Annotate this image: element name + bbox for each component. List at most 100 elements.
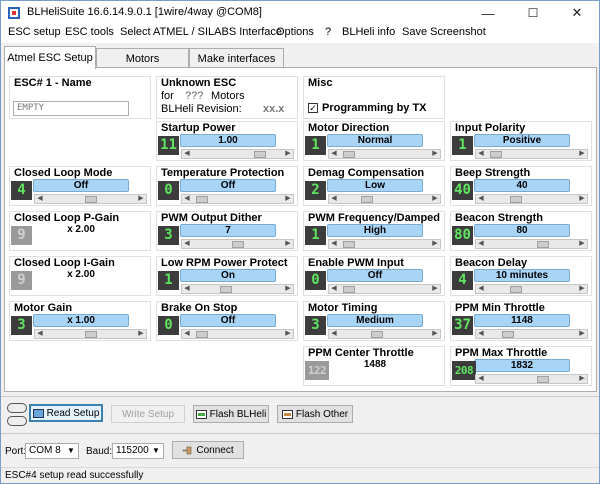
menu-options[interactable]: Options — [276, 26, 314, 38]
menu-esc-tools[interactable]: ESC tools — [65, 26, 114, 38]
motor-direction-slider[interactable]: ◀ ▶ — [328, 149, 441, 159]
tab-make-interfaces[interactable]: Make interfaces — [189, 48, 284, 68]
startup-power-slider[interactable]: ◀ ▶ — [181, 149, 294, 159]
esc-name-input[interactable]: EMPTY — [13, 101, 129, 116]
menu-esc-setup[interactable]: ESC setup — [8, 26, 61, 38]
arrow-right-icon[interactable]: ▶ — [577, 239, 587, 249]
arrow-right-icon[interactable]: ▶ — [430, 284, 440, 294]
arrow-right-icon[interactable]: ▶ — [577, 329, 587, 339]
arrow-left-icon[interactable]: ◀ — [329, 284, 339, 294]
arrow-left-icon[interactable]: ◀ — [182, 194, 192, 204]
port-select[interactable]: COM 8 ▼ — [25, 443, 79, 459]
demag-comp-value[interactable]: Low — [327, 179, 423, 192]
close-button[interactable]: ✕ — [555, 1, 599, 25]
maximize-button[interactable]: ☐ — [511, 1, 555, 25]
ppm-min-value[interactable]: 1148 — [474, 314, 570, 327]
arrow-left-icon[interactable]: ◀ — [476, 194, 486, 204]
arrow-left-icon[interactable]: ◀ — [35, 329, 45, 339]
read-setup-button[interactable]: Read Setup — [29, 404, 103, 422]
arrow-right-icon[interactable]: ▶ — [577, 374, 587, 384]
pwm-dither-value[interactable]: 7 — [180, 224, 276, 237]
low-rpm-slider[interactable]: ◀ ▶ — [181, 284, 294, 294]
menu-select-interface[interactable]: Select ATMEL / SILABS Interface — [120, 26, 282, 38]
pwm-dither-slider[interactable]: ◀ ▶ — [181, 239, 294, 249]
demag-comp-slider[interactable]: ◀ ▶ — [328, 194, 441, 204]
slider-thumb[interactable] — [501, 331, 514, 338]
tab-atmel-esc-setup[interactable]: Atmel ESC Setup — [4, 46, 96, 69]
arrow-left-icon[interactable]: ◀ — [329, 239, 339, 249]
beacon-strength-value[interactable]: 80 — [474, 224, 570, 237]
arrow-right-icon[interactable]: ▶ — [283, 239, 293, 249]
temp-protection-slider[interactable]: ◀ ▶ — [181, 194, 294, 204]
startup-power-value[interactable]: 1.00 — [180, 134, 276, 147]
slider-thumb[interactable] — [537, 241, 550, 248]
motor-gain-value[interactable]: x 1.00 — [33, 314, 129, 327]
baud-select[interactable]: 115200 ▼ — [112, 443, 164, 459]
arrow-left-icon[interactable]: ◀ — [476, 374, 486, 384]
slider-thumb[interactable] — [342, 286, 355, 293]
arrow-right-icon[interactable]: ▶ — [283, 329, 293, 339]
arrow-left-icon[interactable]: ◀ — [476, 329, 486, 339]
slider-thumb[interactable] — [342, 151, 355, 158]
beacon-delay-slider[interactable]: ◀ ▶ — [475, 284, 588, 294]
slider-thumb[interactable] — [84, 196, 97, 203]
arrow-left-icon[interactable]: ◀ — [476, 284, 486, 294]
arrow-left-icon[interactable]: ◀ — [329, 329, 339, 339]
slider-thumb[interactable] — [195, 331, 208, 338]
arrow-left-icon[interactable]: ◀ — [476, 149, 486, 159]
brake-on-stop-value[interactable]: Off — [180, 314, 276, 327]
arrow-right-icon[interactable]: ▶ — [430, 239, 440, 249]
arrow-right-icon[interactable]: ▶ — [430, 329, 440, 339]
slider-thumb[interactable] — [84, 331, 97, 338]
beep-strength-slider[interactable]: ◀ ▶ — [475, 194, 588, 204]
arrow-right-icon[interactable]: ▶ — [136, 329, 146, 339]
connect-button[interactable]: Connect — [172, 441, 244, 459]
arrow-right-icon[interactable]: ▶ — [430, 149, 440, 159]
menu-save-screenshot[interactable]: Save Screenshot — [402, 26, 486, 38]
arrow-left-icon[interactable]: ◀ — [329, 194, 339, 204]
temp-protection-value[interactable]: Off — [180, 179, 276, 192]
beacon-strength-slider[interactable]: ◀ ▶ — [475, 239, 588, 249]
arrow-right-icon[interactable]: ▶ — [283, 194, 293, 204]
arrow-left-icon[interactable]: ◀ — [476, 239, 486, 249]
pwm-freq-slider[interactable]: ◀ ▶ — [328, 239, 441, 249]
pwm-input-slider[interactable]: ◀ ▶ — [328, 284, 441, 294]
closed-loop-mode-slider[interactable]: ◀ ▶ — [34, 194, 147, 204]
slider-thumb[interactable] — [509, 286, 522, 293]
arrow-right-icon[interactable]: ▶ — [136, 194, 146, 204]
beacon-delay-value[interactable]: 10 minutes — [474, 269, 570, 282]
arrow-left-icon[interactable]: ◀ — [182, 239, 192, 249]
slider-thumb[interactable] — [231, 241, 244, 248]
slider-thumb[interactable] — [361, 196, 374, 203]
toggle-switch-bottom[interactable] — [7, 416, 27, 426]
slider-thumb[interactable] — [509, 196, 522, 203]
arrow-left-icon[interactable]: ◀ — [182, 284, 192, 294]
minimize-button[interactable]: — — [466, 1, 510, 25]
ppm-max-value[interactable]: 1832 — [474, 359, 570, 372]
slider-thumb[interactable] — [342, 241, 355, 248]
motor-timing-value[interactable]: Medium — [327, 314, 423, 327]
beep-strength-value[interactable]: 40 — [474, 179, 570, 192]
slider-thumb[interactable] — [537, 376, 550, 383]
arrow-left-icon[interactable]: ◀ — [182, 149, 192, 159]
slider-thumb[interactable] — [489, 151, 502, 158]
arrow-right-icon[interactable]: ▶ — [430, 194, 440, 204]
tab-motors[interactable]: Motors — [96, 48, 189, 68]
toggle-switch-top[interactable] — [7, 403, 27, 413]
motor-gain-slider[interactable]: ◀ ▶ — [34, 329, 147, 339]
ppm-min-slider[interactable]: ◀ ▶ — [475, 329, 588, 339]
flash-blheli-button[interactable]: Flash BLHeli — [193, 405, 269, 423]
arrow-right-icon[interactable]: ▶ — [577, 284, 587, 294]
menu-blheli-info[interactable]: BLHeli info — [342, 26, 395, 38]
ppm-max-slider[interactable]: ◀ ▶ — [475, 374, 588, 384]
arrow-left-icon[interactable]: ◀ — [35, 194, 45, 204]
pwm-input-value[interactable]: Off — [327, 269, 423, 282]
arrow-right-icon[interactable]: ▶ — [283, 284, 293, 294]
brake-on-stop-slider[interactable]: ◀ ▶ — [181, 329, 294, 339]
arrow-left-icon[interactable]: ◀ — [329, 149, 339, 159]
input-polarity-value[interactable]: Positive — [474, 134, 570, 147]
slider-thumb[interactable] — [219, 286, 232, 293]
write-setup-button[interactable]: Write Setup — [111, 405, 185, 423]
slider-thumb[interactable] — [253, 151, 266, 158]
slider-thumb[interactable] — [195, 196, 208, 203]
